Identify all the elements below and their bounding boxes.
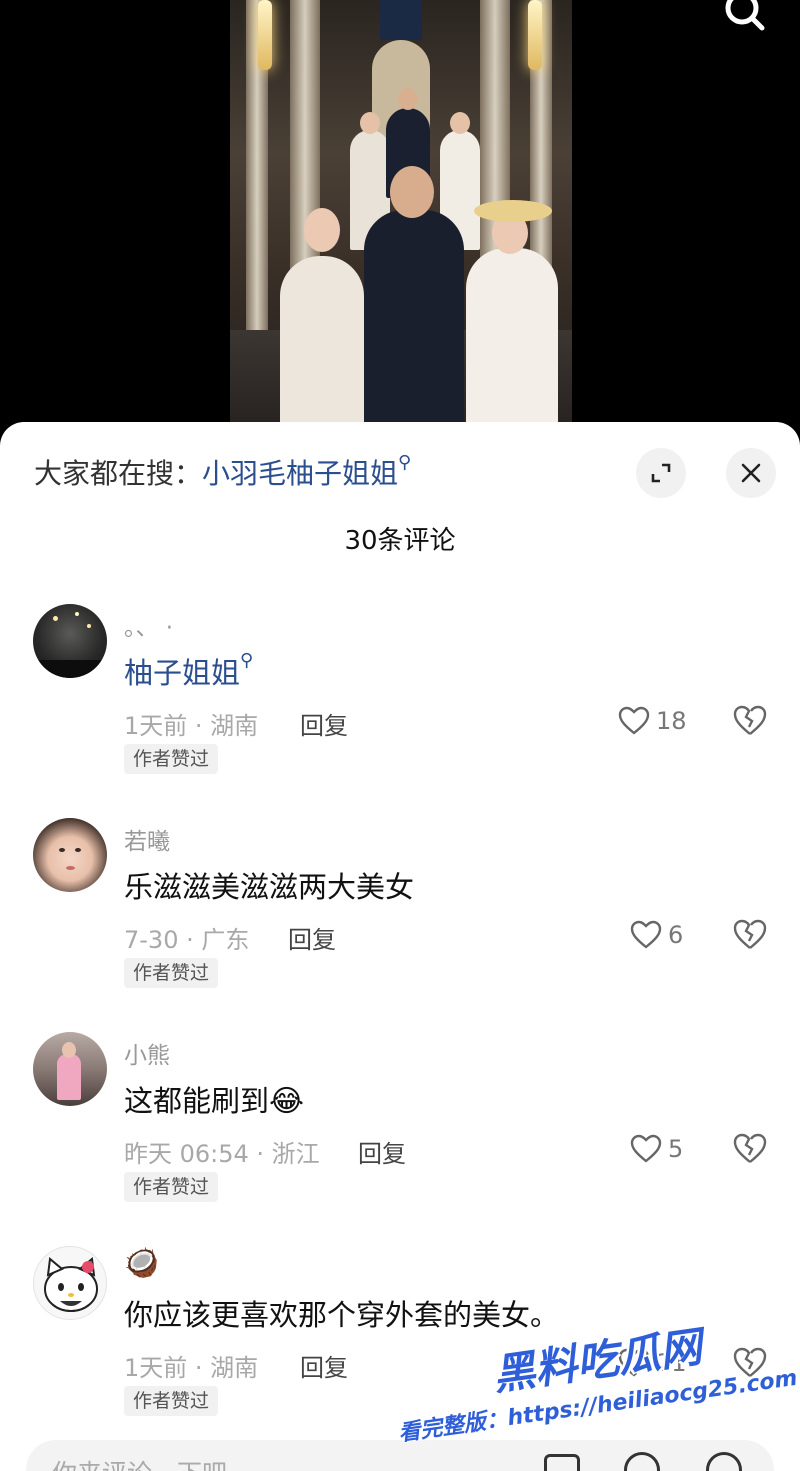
comment-username[interactable]: 小熊 [124,1036,170,1070]
author-liked-badge: 作者赞过 [124,1172,219,1202]
close-icon [741,463,761,483]
coconut-emoji-icon[interactable]: 🥥 [124,1246,159,1279]
comment-text: 乐滋滋美滋滋两大美女 [124,870,415,904]
reply-button[interactable]: 回复 [288,920,336,955]
close-button[interactable] [726,448,776,498]
comment-meta: 1天前 · 湖南 [124,1354,259,1382]
comment-meta: 7-30 · 广东 [124,926,250,954]
avatar[interactable] [33,604,107,678]
search-icon: ⚲ [240,650,254,671]
avatar[interactable] [33,1246,107,1320]
heart-icon [630,920,662,949]
hot-search-bar: 大家都在搜：小羽毛柚子姐姐⚲ [34,452,411,492]
heart-icon [630,1134,662,1163]
comment-text: 这都能刷到😂 [124,1078,304,1120]
hot-search-prefix: 大家都在搜： [34,457,203,490]
comment-username[interactable]: 。、 · [124,608,173,642]
hot-search-link[interactable]: 小羽毛柚子姐姐 [202,457,398,490]
comment-text[interactable]: 柚子姐姐⚲ [124,650,253,692]
reply-button[interactable]: 回复 [300,1348,348,1383]
comment-username[interactable]: 若曦 [124,822,170,856]
broken-heart-icon[interactable] [732,703,768,739]
comment-count: 30条评论 [344,526,456,556]
at-icon[interactable] [624,1452,660,1471]
like-button[interactable]: 18 [618,703,687,739]
video-frame-image [230,0,572,440]
like-count: 5 [668,1135,684,1163]
like-button[interactable]: 5 [630,1131,683,1167]
avatar[interactable] [33,1032,107,1106]
reply-button[interactable]: 回复 [300,706,348,741]
emoji-icon[interactable] [706,1452,742,1471]
hello-kitty-icon [44,1257,98,1312]
video-player[interactable] [0,0,800,440]
like-count: 18 [656,707,687,735]
reply-button[interactable]: 回复 [358,1134,406,1169]
broken-heart-icon[interactable] [732,1131,768,1167]
comment-meta: 1天前 · 湖南 [124,712,259,740]
search-icon: ⚲ [398,452,412,473]
comment-text-body: 这都能刷到 [124,1084,270,1118]
expand-button[interactable] [636,448,686,498]
author-liked-badge: 作者赞过 [124,744,219,774]
comment-text: 你应该更喜欢那个穿外套的美女。 [124,1298,560,1332]
comment-text-link[interactable]: 柚子姐姐 [124,656,240,690]
like-count: 6 [668,921,684,949]
author-liked-badge: 作者赞过 [124,1386,219,1416]
heart-icon [618,706,650,735]
expand-icon [651,463,671,483]
author-liked-badge: 作者赞过 [124,958,219,988]
comment-meta: 昨天 06:54 · 浙江 [124,1140,320,1168]
like-button[interactable]: 6 [630,917,683,953]
comment-input-placeholder[interactable]: 你来评论一下吧 [52,1454,227,1471]
laughing-crying-emoji-icon: 😂 [269,1084,305,1119]
broken-heart-icon[interactable] [732,917,768,953]
search-icon[interactable] [720,0,770,40]
avatar[interactable] [33,818,107,892]
